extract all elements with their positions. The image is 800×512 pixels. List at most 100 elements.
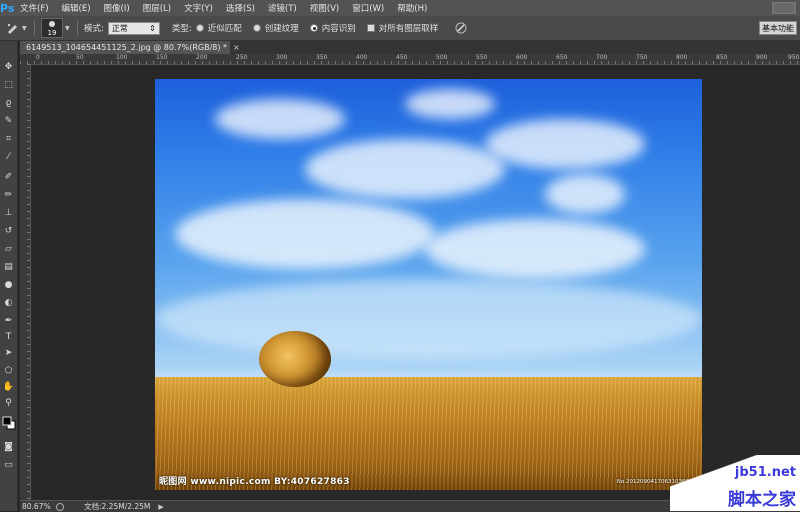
radio-content-aware[interactable]: 内容识别 [309, 22, 356, 34]
history-brush-tool-icon[interactable]: ↺ [0, 225, 17, 237]
pressure-size-icon[interactable] [453, 20, 469, 36]
mode-label: 模式: [84, 24, 104, 34]
window-control-button[interactable] [772, 2, 796, 14]
eraser-tool-icon[interactable]: ▱ [0, 243, 17, 255]
quick-select-tool-icon[interactable]: ✎ [0, 115, 17, 127]
cloud [305, 139, 505, 199]
site-name: 脚本之家 [728, 490, 796, 510]
vertical-ruler[interactable] [20, 64, 31, 500]
document-tab-bar: 6149513_104654451125_2.jpg @ 80.7%(RGB/8… [20, 41, 800, 54]
checkbox-label: 对所有图层取样 [378, 24, 439, 34]
divider [34, 20, 35, 36]
menu-window[interactable]: 窗口(W) [352, 2, 384, 14]
document-size: 文档:2.25M/2.25M [84, 502, 151, 511]
ruler-tick-label: 250 [236, 54, 248, 61]
radio-create-texture[interactable]: 创建纹理 [252, 22, 299, 34]
sample-all-layers-option[interactable]: 对所有图层取样 [366, 22, 439, 34]
document-tab[interactable]: 6149513_104654451125_2.jpg @ 80.7%(RGB/8… [20, 41, 240, 54]
ruler-tick-label: 150 [156, 54, 168, 61]
eyedropper-tool-icon[interactable]: ⁄ [0, 151, 17, 163]
move-tool-icon[interactable]: ✥ [0, 61, 17, 73]
ruler-tick-label: 850 [716, 54, 728, 61]
menu-help[interactable]: 帮助(H) [397, 2, 427, 14]
play-arrow-icon[interactable]: ▶ [158, 503, 163, 511]
blur-tool-icon[interactable]: ● [0, 279, 17, 291]
shape-tool-icon[interactable]: ⬠ [0, 365, 17, 377]
hand-tool-icon[interactable]: ✋ [0, 381, 17, 393]
brush-picker-chevron-icon[interactable]: ▼ [65, 25, 71, 32]
spot-healing-tool-icon[interactable]: ✐ [0, 171, 17, 183]
type-label: 类型: [171, 24, 192, 34]
divider [77, 20, 78, 36]
mode-select[interactable]: 正常 ⇕ [107, 21, 160, 35]
color-swatches-icon[interactable] [0, 416, 17, 430]
zoom-tool-icon[interactable]: ⚲ [0, 397, 17, 409]
ruler-tick-label: 650 [556, 54, 568, 61]
status-info-icon[interactable] [56, 502, 64, 511]
tool-preset-chevron-icon[interactable]: ▼ [22, 25, 28, 32]
type-tool-icon[interactable]: T [0, 331, 17, 343]
screen-mode-icon[interactable]: ▭ [0, 459, 17, 471]
spot-healing-brush-icon[interactable] [4, 20, 20, 36]
horizontal-ruler[interactable]: 0 50 100 150 200 250 300 350 400 450 500… [20, 54, 800, 65]
menu-select[interactable]: 选择(S) [226, 2, 255, 14]
gradient-tool-icon[interactable]: ▤ [0, 261, 17, 273]
toolbox: ✥ ⬚ ϱ ✎ ⌗ ⁄ ✐ ✏ ⊥ ↺ ▱ ▤ ● ◐ ✒ T ➤ ⬠ ✋ ⚲ … [0, 41, 18, 511]
radio-label: 近似匹配 [207, 24, 242, 34]
radio-label: 内容识别 [321, 24, 356, 34]
cloud [175, 199, 435, 269]
zoom-level[interactable]: 80.67% [20, 502, 56, 511]
ruler-tick-label: 950 [788, 54, 800, 61]
menu-image[interactable]: 图像(I) [104, 2, 130, 14]
chevron-down-icon: ⇕ [149, 23, 156, 33]
menu-view[interactable]: 视图(V) [310, 2, 339, 14]
menu-layer[interactable]: 图层(L) [143, 2, 171, 14]
photoshop-logo: Ps [0, 1, 15, 15]
checkbox[interactable] [366, 24, 375, 32]
radio-button[interactable] [252, 24, 261, 32]
ruler-tick-label: 300 [276, 54, 288, 61]
site-url: jb51.net [734, 465, 796, 480]
menu-edit[interactable]: 编辑(E) [62, 2, 91, 14]
menu-type[interactable]: 文字(Y) [184, 2, 213, 14]
brush-tool-icon[interactable]: ✏ [0, 189, 17, 201]
workspace-switcher-button[interactable]: 基本功能 [759, 21, 797, 35]
document-image[interactable]: 昵图网 www.nipic.com BY:407627863 No.201209… [155, 79, 702, 490]
radio-proximity-match[interactable]: 近似匹配 [195, 22, 242, 34]
menu-bar: Ps 文件(F) 编辑(E) 图像(I) 图层(L) 文字(Y) 选择(S) 滤… [0, 0, 800, 16]
radio-button[interactable] [195, 24, 204, 32]
ruler-tick-label: 750 [636, 54, 648, 61]
cloud [215, 99, 345, 139]
site-watermark: jb51.net 脚本之家 [670, 455, 800, 511]
cloud [485, 119, 645, 169]
clone-stamp-tool-icon[interactable]: ⊥ [0, 207, 17, 219]
menu-file[interactable]: 文件(F) [20, 2, 49, 14]
haze [155, 279, 702, 359]
ruler-tick-label: 600 [516, 54, 528, 61]
brush-preset-picker[interactable]: 19 [41, 18, 63, 38]
marquee-tool-icon[interactable]: ⬚ [0, 79, 17, 91]
ruler-tick-label: 500 [436, 54, 448, 61]
dodge-tool-icon[interactable]: ◐ [0, 297, 17, 309]
ruler-tick-label: 50 [76, 54, 84, 61]
ruler-tick-label: 700 [596, 54, 608, 61]
lasso-tool-icon[interactable]: ϱ [0, 97, 17, 109]
quick-mask-icon[interactable]: ◙ [0, 441, 17, 453]
radio-label: 创建纹理 [264, 24, 299, 34]
ruler-tick-label: 400 [356, 54, 368, 61]
hay-bale [259, 331, 331, 387]
radio-button-selected[interactable] [309, 24, 318, 32]
close-icon[interactable]: × [233, 43, 240, 52]
document-tab-title: 6149513_104654451125_2.jpg @ 80.7%(RGB/8… [26, 43, 228, 52]
ruler-tick-label: 100 [116, 54, 128, 61]
pen-tool-icon[interactable]: ✒ [0, 315, 17, 327]
options-bar: ▼ 19 ▼ 模式: 正常 ⇕ 类型: 近似匹配 创建纹理 内容识别 对所有图层… [0, 16, 800, 41]
path-select-tool-icon[interactable]: ➤ [0, 347, 17, 359]
crop-tool-icon[interactable]: ⌗ [0, 133, 17, 145]
menu-filter[interactable]: 滤镜(T) [268, 2, 297, 14]
ruler-tick-label: 450 [396, 54, 408, 61]
mode-select-value: 正常 [111, 23, 128, 33]
ruler-tick-label: 0 [36, 54, 40, 61]
cloud [425, 219, 645, 279]
ruler-tick-label: 900 [756, 54, 768, 61]
